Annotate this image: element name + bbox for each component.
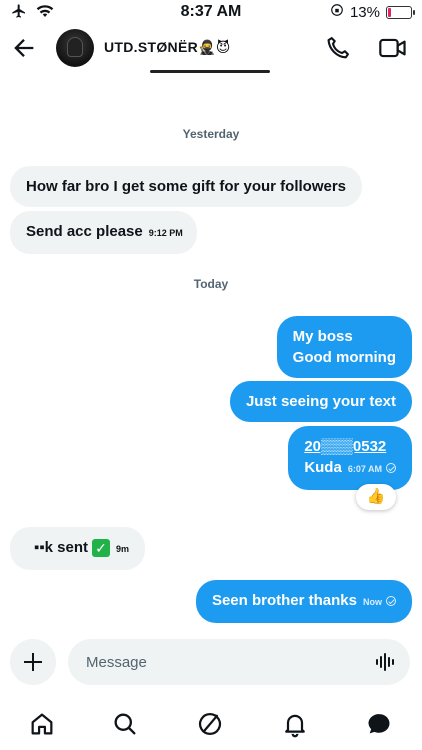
outgoing-message[interactable]: Seen brother thanks Now xyxy=(195,580,412,623)
status-bar: 8:37 AM 13% xyxy=(0,0,422,24)
incoming-message[interactable]: How far bro I get some gift for your fol… xyxy=(10,166,363,207)
message-text: Good morning xyxy=(292,349,396,366)
add-attachment-button[interactable] xyxy=(10,639,56,685)
message-text: Kuda xyxy=(304,459,342,476)
date-separator-yesterday: Yesterday xyxy=(182,127,240,141)
date-separator-today: Today xyxy=(193,277,229,291)
voice-message-button[interactable] xyxy=(375,652,397,672)
message-time: 9:12 PM xyxy=(148,228,183,238)
home-icon xyxy=(31,713,53,735)
reaction-badge[interactable]: 👍 xyxy=(356,484,396,510)
nav-grok[interactable] xyxy=(196,710,224,738)
video-call-button[interactable] xyxy=(378,34,408,62)
message-link[interactable]: 20▒▒▒0532 xyxy=(304,436,396,457)
chat-header: UTD.STØNËR🥷😈 xyxy=(0,26,422,70)
incoming-message[interactable]: Send acc please 9:12 PM xyxy=(10,211,197,254)
incoming-message[interactable]: ▪▪k sent ✓ 9m xyxy=(10,527,146,570)
message-text: Send acc please xyxy=(26,223,143,240)
message-text: My boss xyxy=(292,328,353,345)
message-input[interactable] xyxy=(68,639,410,685)
message-time: 6:07 AM xyxy=(347,464,382,474)
search-icon xyxy=(114,713,136,735)
nav-messages[interactable] xyxy=(365,710,393,738)
nav-home[interactable] xyxy=(28,710,56,738)
call-button[interactable] xyxy=(324,34,352,62)
outgoing-message[interactable]: 20▒▒▒0532 Kuda 6:07 AM xyxy=(288,426,412,490)
message-text: ▪▪k sent xyxy=(34,539,88,556)
battery-percent: 13% xyxy=(349,3,380,21)
back-button[interactable] xyxy=(10,34,38,62)
contact-name[interactable]: UTD.STØNËR🥷😈 xyxy=(104,39,231,56)
avatar[interactable] xyxy=(56,29,94,67)
nav-search[interactable] xyxy=(111,710,139,738)
outgoing-message[interactable]: My boss Good morning xyxy=(276,316,412,378)
messages-icon xyxy=(368,714,390,734)
message-time: 9m xyxy=(116,544,130,554)
scroll-indicator xyxy=(150,70,270,73)
bell-icon xyxy=(285,714,305,738)
orientation-lock-icon xyxy=(330,3,344,21)
message-text: Just seeing your text xyxy=(245,393,396,410)
battery-icon xyxy=(386,5,415,19)
message-time: Now xyxy=(363,597,382,607)
voice-icon xyxy=(376,653,394,671)
bottom-navigation xyxy=(0,700,422,750)
nav-notifications[interactable] xyxy=(281,710,309,738)
read-check-icon xyxy=(386,463,396,474)
message-text: How far bro I get some gift for your fol… xyxy=(26,178,347,195)
read-check-icon xyxy=(386,596,396,607)
video-icon xyxy=(379,38,406,58)
message-text: Seen brother thanks xyxy=(211,592,357,609)
phone-icon xyxy=(327,37,349,59)
outgoing-message[interactable]: Just seeing your text xyxy=(229,381,412,422)
check-mark-emoji-icon: ✓ xyxy=(92,539,110,558)
grok-icon xyxy=(198,712,222,736)
back-arrow-icon xyxy=(14,39,34,57)
